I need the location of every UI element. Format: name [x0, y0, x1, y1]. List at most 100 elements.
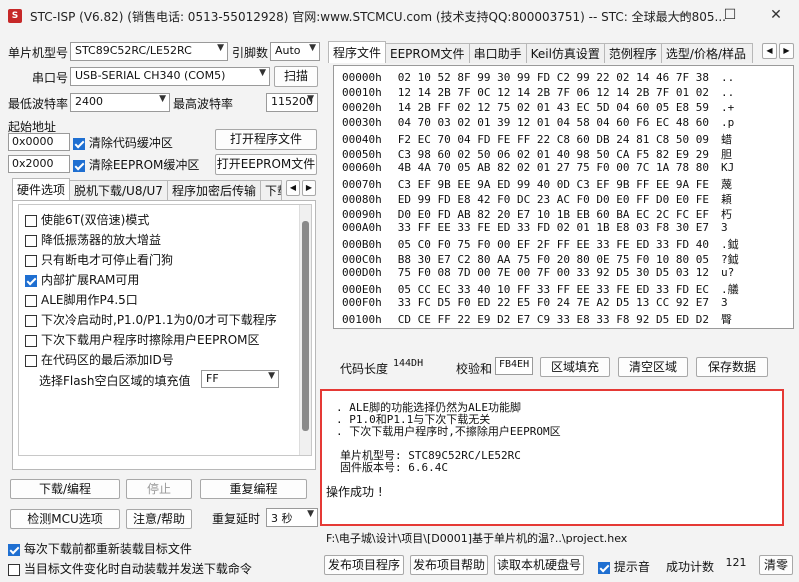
options-list: 使能6T(双倍速)模式 降低振荡器的放大增益 只有断电才可停止看门狗 内部扩展R… — [18, 204, 312, 456]
checkbox-icon[interactable] — [598, 561, 610, 574]
open-eeprom-button[interactable]: 打开EEPROM文件 — [215, 154, 317, 175]
open-program-button[interactable]: 打开程序文件 — [215, 129, 317, 150]
fill-area-button[interactable]: 区域填充 — [540, 357, 610, 377]
mcu-select[interactable]: STC89C52RC/LE52RC ▼ — [70, 42, 228, 61]
option-reduce-gain[interactable]: 降低振荡器的放大增益 — [25, 231, 161, 248]
hex-bytes[interactable]: C3 EF 9B EE 9A ED 99 40 0D C3 EF 9B FF E… — [398, 178, 709, 191]
tab-scroll-right[interactable]: ▶ — [302, 180, 316, 196]
options-scrollbar[interactable] — [299, 205, 311, 455]
option-watchdog[interactable]: 只有断电才可停止看门狗 — [25, 251, 173, 268]
hex-bytes[interactable]: 05 C0 F0 75 F0 00 EF 2F FF EE 33 FE ED 3… — [398, 238, 709, 251]
download-button[interactable]: 下载/编程 — [10, 479, 120, 499]
file-path: F:\电子城\设计\项目\[D0001]基于单片机的温?..\project.h… — [326, 532, 628, 545]
tab-keil-settings[interactable]: Keil仿真设置 — [525, 43, 605, 63]
hex-bytes[interactable]: 33 FC D5 F0 ED 22 E5 F0 24 7E A2 D5 13 C… — [398, 296, 709, 309]
checkbox-icon[interactable] — [25, 334, 37, 347]
hex-bytes[interactable]: 02 10 52 8F 99 30 99 FD C2 99 22 02 14 4… — [398, 71, 709, 84]
right-tab-scroll-left[interactable]: ◀ — [762, 43, 777, 59]
option-6t-mode[interactable]: 使能6T(双倍速)模式 — [25, 211, 149, 228]
tab-hardware[interactable]: 硬件选项 — [12, 178, 71, 200]
tab-download[interactable]: 下载 — [259, 180, 282, 200]
chevron-down-icon: ▼ — [307, 509, 314, 519]
hex-bytes[interactable]: C3 98 60 02 50 06 02 01 40 98 50 CA F5 8… — [398, 148, 709, 161]
code-addr-input[interactable]: 0x0000 — [8, 133, 70, 151]
hex-ascii: .艤 — [721, 283, 739, 296]
hex-bytes[interactable]: 12 14 2B 7F 0C 12 14 2B 7F 06 12 14 2B 7… — [398, 86, 709, 99]
option-ale-pin[interactable]: ALE脚用作P4.5口 — [25, 291, 138, 308]
checkbox-icon[interactable] — [25, 214, 37, 227]
detect-mcu-button[interactable]: 检测MCU选项 — [10, 509, 120, 529]
help-button[interactable]: 注意/帮助 — [126, 509, 192, 529]
read-disk-button[interactable]: 读取本机硬盘号 — [494, 555, 584, 575]
right-tab-scroll-right[interactable]: ▶ — [779, 43, 794, 59]
log-output[interactable]: . ALE脚的功能选择仍然为ALE功能脚 . P1.0和P1.1与下次下载无关 … — [320, 389, 784, 526]
hex-bytes[interactable]: 04 70 03 02 01 39 12 01 04 58 04 60 F6 E… — [398, 116, 709, 129]
option-p10-p11[interactable]: 下次冷启动时,P1.0/P1.1为0/0才可下载程序 — [25, 311, 277, 328]
hex-bytes[interactable]: 4B 4A 70 05 AB 82 02 01 27 75 F0 00 7C 1… — [398, 161, 709, 174]
option-erase-eeprom[interactable]: 下次下载用户程序时擦除用户EEPROM区 — [25, 331, 260, 348]
sound-option[interactable]: 提示音 — [598, 558, 650, 575]
clear-eeprom-option[interactable]: 清除EEPROM缓冲区 — [73, 156, 199, 173]
option-ext-ram[interactable]: 内部扩展RAM可用 — [25, 271, 139, 288]
hex-ascii: 3 — [721, 296, 728, 309]
reprogram-button[interactable]: 重复编程 — [200, 479, 307, 499]
checkbox-icon[interactable] — [25, 354, 37, 367]
hex-bytes[interactable]: 05 CC EC 33 40 10 FF 33 FF EE 33 FE ED 3… — [398, 283, 709, 296]
checkbox-icon[interactable] — [25, 294, 37, 307]
checkbox-icon[interactable] — [25, 254, 37, 267]
tab-program-file[interactable]: 程序文件 — [328, 41, 387, 63]
max-baud-select[interactable]: 115200 ▼ — [266, 93, 318, 112]
checkbox-icon[interactable] — [8, 563, 20, 576]
tab-offline[interactable]: 脱机下载/U8/U7 — [69, 180, 168, 200]
option-add-id[interactable]: 在代码区的最后添加ID号 — [25, 351, 174, 368]
hex-bytes[interactable]: 14 2B FF 02 12 75 02 01 43 EC 5D 04 60 0… — [398, 101, 709, 114]
hex-bytes[interactable]: D0 E0 FD AB 82 20 E7 10 1B EB 60 BA EC 2… — [398, 208, 709, 221]
pins-select[interactable]: Auto ▼ — [270, 42, 320, 61]
hex-bytes[interactable]: 75 F0 08 7D 00 7E 00 7F 00 33 92 D5 30 D… — [398, 266, 709, 279]
chevron-down-icon: ▼ — [159, 94, 166, 104]
tab-scroll-left[interactable]: ◀ — [286, 180, 300, 196]
hex-viewer[interactable]: 00000h 02 10 52 8F 99 30 99 FD C2 99 22 0… — [333, 65, 794, 329]
hex-ascii: 胆 — [721, 148, 733, 161]
eeprom-addr-input[interactable]: 0x2000 — [8, 155, 70, 173]
checkbox-icon[interactable] — [25, 274, 37, 287]
reload-option[interactable]: 每次下载前都重新装载目标文件 — [8, 540, 192, 557]
publish-help-button[interactable]: 发布项目帮助 — [410, 555, 488, 575]
hex-ascii: u? — [721, 266, 735, 279]
hex-bytes[interactable]: B8 30 E7 C2 80 AA 75 F0 20 80 0E 75 F0 1… — [398, 253, 709, 266]
save-data-button[interactable]: 保存数据 — [696, 357, 768, 377]
hex-bytes[interactable]: CD CE FF 22 E9 D2 E7 C9 33 E8 33 F8 92 D… — [398, 313, 709, 326]
checkbox-icon[interactable] — [25, 234, 37, 247]
close-button[interactable]: ✕ — [753, 0, 799, 32]
hex-bytes[interactable]: F2 EC 70 04 FD FE FF 22 C8 60 DB 24 81 C… — [398, 133, 709, 146]
hex-address: 00090h — [342, 208, 382, 221]
hex-row: 00070h C3 EF 9B EE 9A ED 99 40 0D C3 EF 9… — [334, 176, 732, 191]
port-select[interactable]: USB-SERIAL CH340 (COM5) ▼ — [70, 67, 270, 86]
clear-area-button[interactable]: 清空区域 — [618, 357, 688, 377]
tab-eeprom-file[interactable]: EEPROM文件 — [385, 43, 470, 63]
scan-button[interactable]: 扫描 — [274, 66, 318, 87]
tab-selection[interactable]: 选型/价格/样品 — [660, 43, 753, 63]
log-success: 操作成功 ! — [326, 485, 383, 499]
clear-code-option[interactable]: 清除代码缓冲区 — [73, 134, 173, 151]
hex-bytes[interactable]: ED 99 FD E8 42 F0 DC 23 AC F0 D0 E0 FF D… — [398, 193, 709, 206]
min-baud-select[interactable]: 2400 ▼ — [70, 93, 170, 112]
tab-examples[interactable]: 范例程序 — [603, 43, 662, 63]
clear-count-button[interactable]: 清零 — [759, 555, 793, 575]
checkbox-icon[interactable] — [25, 314, 37, 327]
tab-encrypt[interactable]: 程序加密后传输 — [166, 180, 261, 200]
hex-bytes[interactable]: 33 FF EE 33 FE ED 33 FD 02 01 1B E8 03 F… — [398, 221, 709, 234]
hex-address: 000D0h — [342, 266, 382, 279]
minimize-button[interactable]: — — [661, 0, 707, 32]
checkbox-icon[interactable] — [73, 137, 85, 150]
checkbox-icon[interactable] — [8, 543, 20, 556]
stop-button[interactable]: 停止 — [126, 479, 192, 499]
tab-serial-assistant[interactable]: 串口助手 — [468, 43, 527, 63]
maximize-button[interactable]: ☐ — [707, 0, 753, 32]
scrollbar-thumb[interactable] — [302, 221, 309, 431]
auto-send-option[interactable]: 当目标文件变化时自动装载并发送下载命令 — [8, 560, 252, 577]
publish-program-button[interactable]: 发布项目程序 — [324, 555, 404, 575]
checkbox-icon[interactable] — [73, 159, 85, 172]
fill-value-select[interactable]: FF ▼ — [201, 370, 279, 388]
repeat-delay-select[interactable]: 3 秒 ▼ — [266, 508, 318, 527]
